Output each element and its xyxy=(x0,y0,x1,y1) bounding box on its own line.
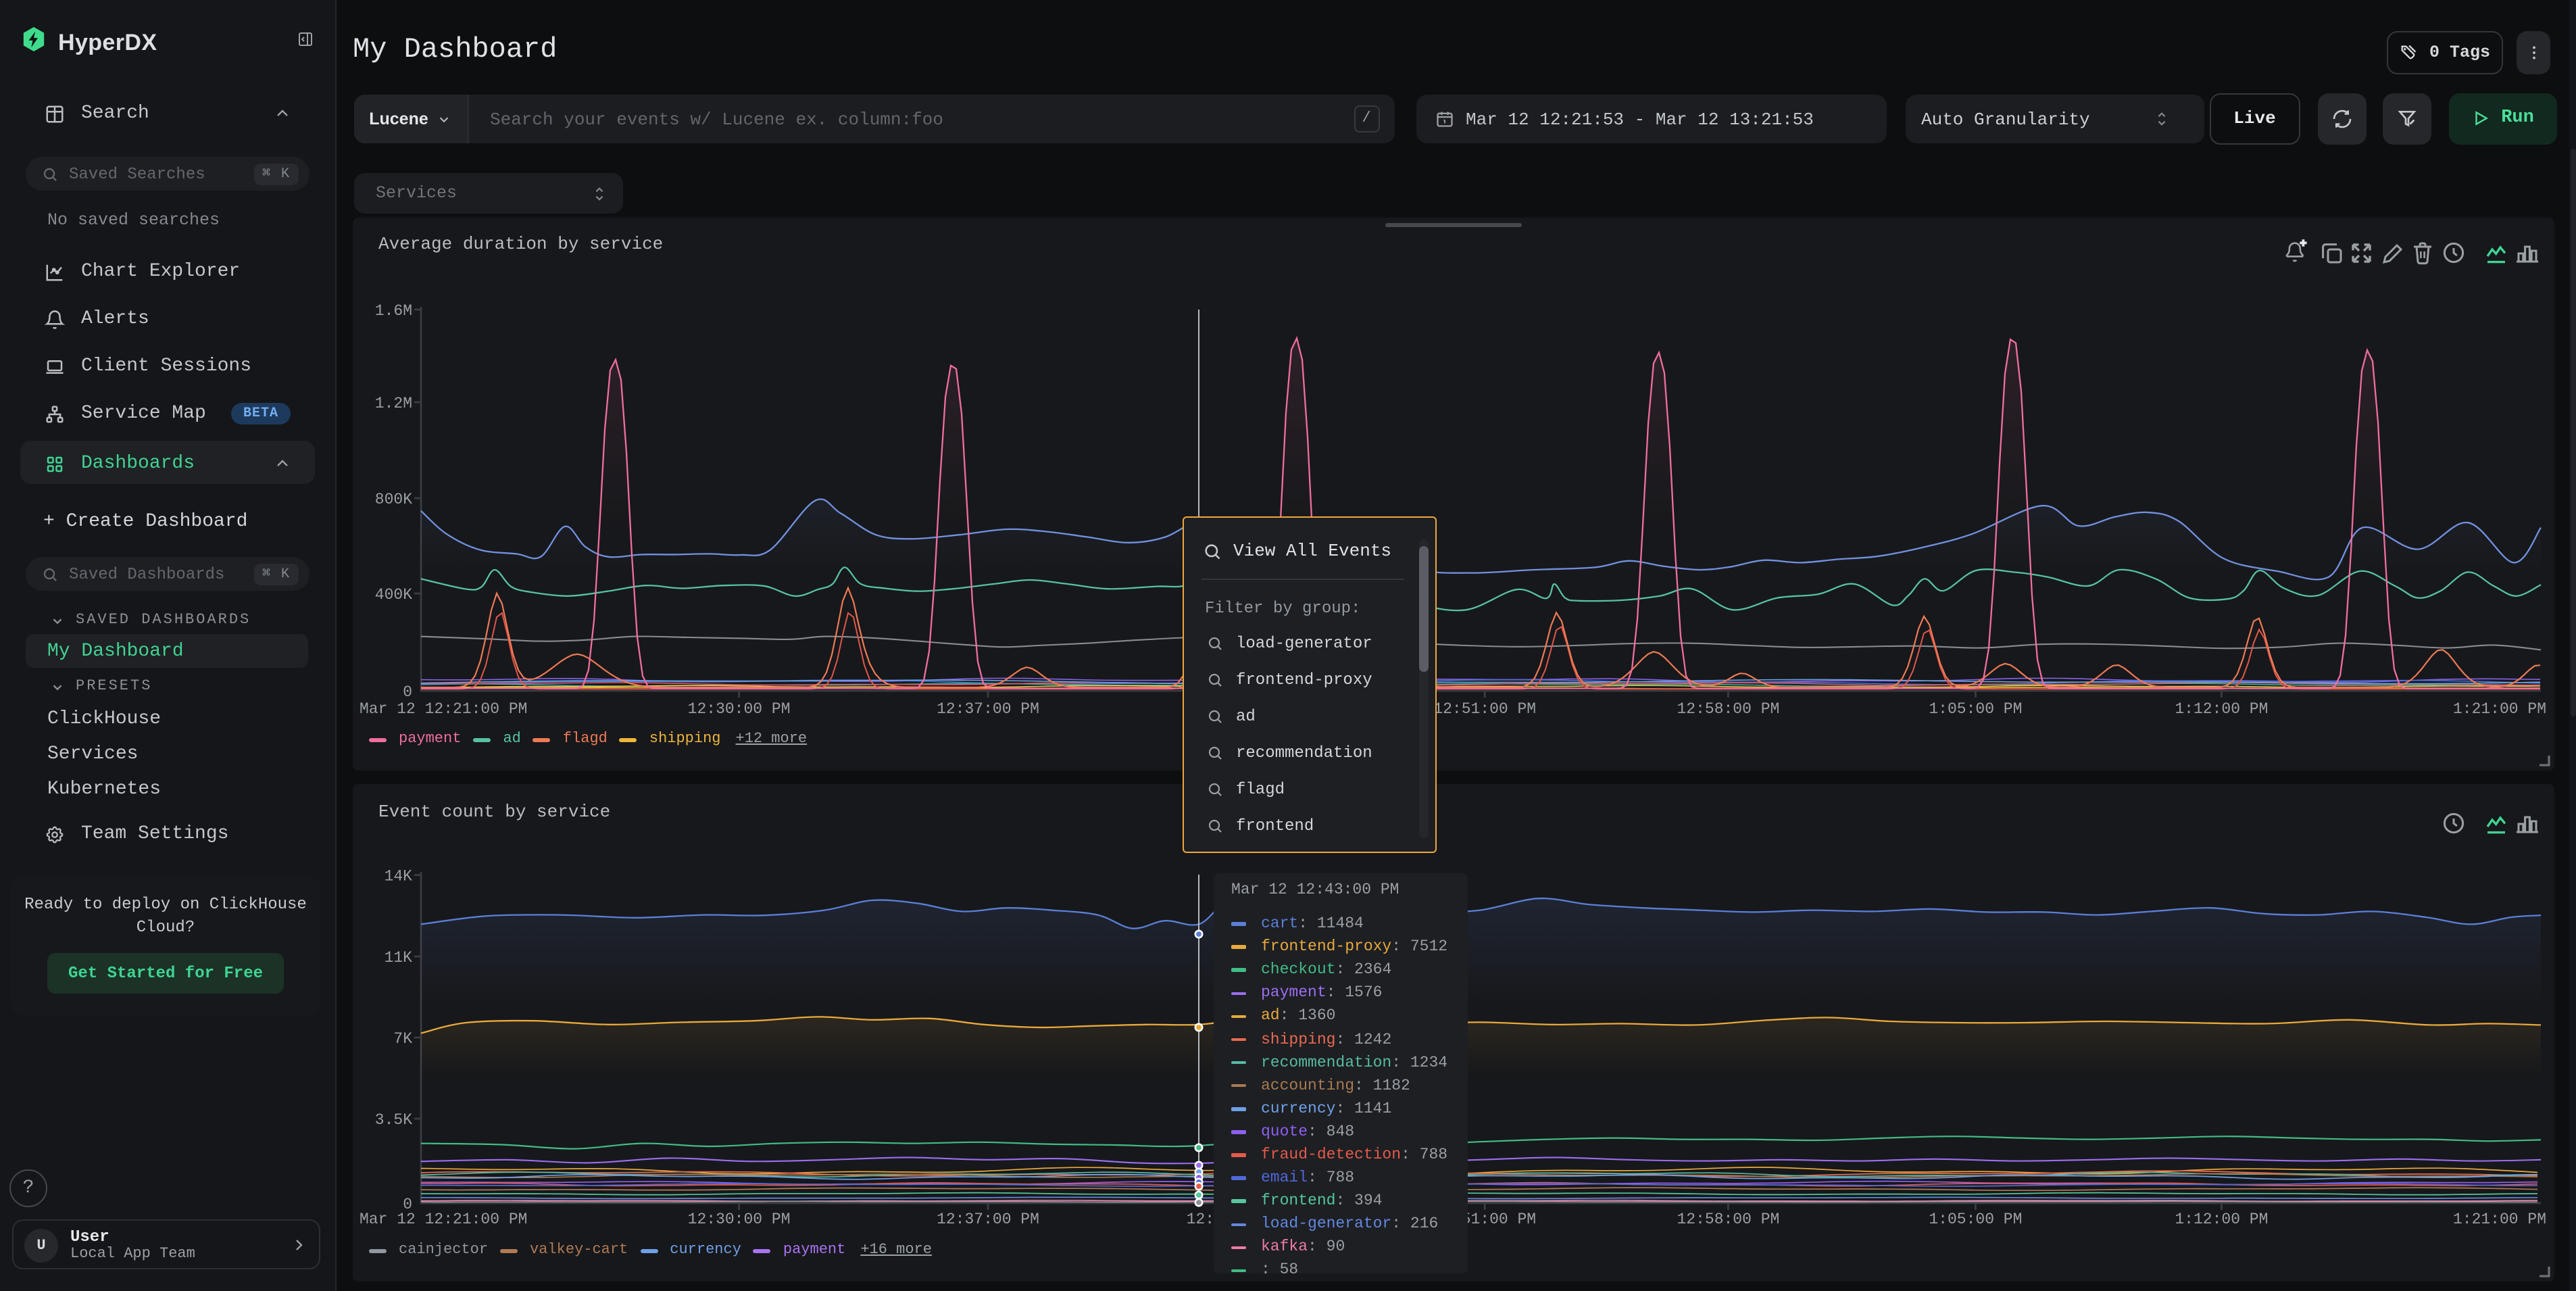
svg-text:1:12:00 PM: 1:12:00 PM xyxy=(2175,1211,2268,1228)
svg-text:12:37:00 PM: 12:37:00 PM xyxy=(937,700,1039,718)
svg-text:12:30:00 PM: 12:30:00 PM xyxy=(688,700,791,718)
svg-text:1:05:00 PM: 1:05:00 PM xyxy=(1929,1211,2022,1228)
svg-text:1:21:00 PM: 1:21:00 PM xyxy=(2453,1211,2546,1228)
svg-text:12:30:00 PM: 12:30:00 PM xyxy=(688,1211,791,1228)
svg-text:1.6M: 1.6M xyxy=(375,302,412,320)
svg-text:1:21:00 PM: 1:21:00 PM xyxy=(2453,700,2546,718)
svg-text:800K: 800K xyxy=(375,491,412,508)
svg-text:1:12:00 PM: 1:12:00 PM xyxy=(2175,700,2268,718)
svg-text:14K: 14K xyxy=(385,868,413,885)
svg-text:12:37:00 PM: 12:37:00 PM xyxy=(937,1211,1039,1228)
svg-text:1:05:00 PM: 1:05:00 PM xyxy=(1929,700,2022,718)
svg-text:1.2M: 1.2M xyxy=(375,395,412,412)
svg-text:12:58:00 PM: 12:58:00 PM xyxy=(1677,700,1779,718)
svg-text:12:51:00 PM: 12:51:00 PM xyxy=(1433,700,1536,718)
svg-text:7K: 7K xyxy=(393,1030,412,1048)
svg-text:0: 0 xyxy=(403,683,412,701)
svg-text:Mar 12 12:21:00 PM: Mar 12 12:21:00 PM xyxy=(360,1211,527,1228)
svg-text:400K: 400K xyxy=(375,586,412,604)
svg-text:11K: 11K xyxy=(385,949,413,967)
svg-text:12:58:00 PM: 12:58:00 PM xyxy=(1677,1211,1779,1228)
svg-text:Mar 12 12:21:00 PM: Mar 12 12:21:00 PM xyxy=(360,700,527,718)
svg-text:3.5K: 3.5K xyxy=(375,1111,412,1129)
